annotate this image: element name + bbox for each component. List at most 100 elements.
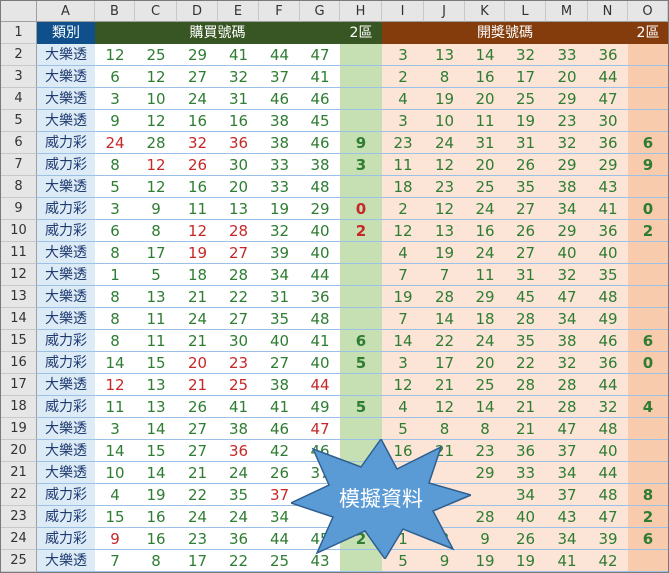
buy-number-cell[interactable]: 8	[135, 550, 177, 572]
buy-number-cell[interactable]: 12	[95, 374, 135, 396]
category-cell[interactable]: 大樂透	[37, 242, 95, 264]
buy-number-cell[interactable]: 8	[95, 308, 135, 330]
buy-number-cell[interactable]: 14	[135, 418, 177, 440]
buy-number-cell[interactable]: 21	[177, 330, 218, 352]
draw-zone2-cell[interactable]	[628, 462, 668, 484]
buy-zone2-cell[interactable]	[340, 44, 382, 66]
buy-number-cell[interactable]: 36	[218, 528, 259, 550]
draw-number-cell[interactable]: 43	[588, 176, 628, 198]
draw-number-cell[interactable]: 34	[546, 308, 588, 330]
buy-number-cell[interactable]: 14	[95, 352, 135, 374]
draw-number-cell[interactable]: 5	[382, 418, 424, 440]
draw-number-cell[interactable]: 7	[424, 264, 465, 286]
buy-number-cell[interactable]: 4	[95, 484, 135, 506]
draw-zone2-cell[interactable]: 8	[628, 484, 668, 506]
buy-number-cell[interactable]: 8	[95, 286, 135, 308]
draw-number-cell[interactable]: 8	[424, 66, 465, 88]
draw-zone2-cell[interactable]: 2	[628, 506, 668, 528]
draw-number-cell[interactable]: 32	[546, 352, 588, 374]
category-cell[interactable]: 威力彩	[37, 132, 95, 154]
buy-number-cell[interactable]: 22	[218, 286, 259, 308]
buy-number-cell[interactable]: 24	[218, 462, 259, 484]
buy-number-cell[interactable]: 36	[300, 286, 340, 308]
draw-zone2-header[interactable]: 2區	[628, 22, 668, 44]
buy-number-cell[interactable]: 5	[135, 264, 177, 286]
buy-number-cell[interactable]: 9	[135, 198, 177, 220]
draw-zone2-cell[interactable]: 6	[628, 132, 668, 154]
draw-number-cell[interactable]: 7	[382, 264, 424, 286]
buy-number-cell[interactable]: 24	[177, 506, 218, 528]
row-header-10[interactable]: 10	[1, 220, 37, 242]
draw-number-cell[interactable]: 11	[382, 154, 424, 176]
draw-number-cell[interactable]: 34	[546, 462, 588, 484]
column-header-o[interactable]: O	[628, 1, 668, 22]
buy-number-cell[interactable]: 27	[177, 418, 218, 440]
draw-zone2-cell[interactable]: 4	[628, 396, 668, 418]
draw-number-cell[interactable]: 21	[424, 374, 465, 396]
draw-number-cell[interactable]: 21	[505, 418, 546, 440]
draw-number-cell[interactable]: 12	[424, 198, 465, 220]
category-cell[interactable]: 威力彩	[37, 154, 95, 176]
draw-number-cell[interactable]: 48	[588, 418, 628, 440]
draw-number-cell[interactable]: 4	[382, 396, 424, 418]
draw-number-cell[interactable]: 18	[465, 308, 505, 330]
buy-number-cell[interactable]: 15	[95, 506, 135, 528]
column-header-i[interactable]: I	[382, 1, 424, 22]
buy-number-cell[interactable]: 44	[300, 264, 340, 286]
buy-zone2-cell[interactable]: 2	[340, 220, 382, 242]
draw-number-cell[interactable]: 24	[465, 198, 505, 220]
draw-number-cell[interactable]: 44	[588, 66, 628, 88]
category-cell[interactable]: 大樂透	[37, 308, 95, 330]
draw-number-cell[interactable]: 34	[546, 198, 588, 220]
category-cell[interactable]: 威力彩	[37, 396, 95, 418]
buy-number-cell[interactable]: 6	[95, 220, 135, 242]
draw-number-cell[interactable]: 4	[382, 242, 424, 264]
draw-number-cell[interactable]: 19	[382, 286, 424, 308]
draw-zone2-cell[interactable]	[628, 308, 668, 330]
category-cell[interactable]: 大樂透	[37, 264, 95, 286]
buy-number-cell[interactable]: 48	[300, 308, 340, 330]
draw-number-cell[interactable]: 23	[424, 176, 465, 198]
buy-number-cell[interactable]: 46	[300, 132, 340, 154]
draw-number-cell[interactable]: 17	[424, 352, 465, 374]
buy-number-cell[interactable]: 12	[135, 154, 177, 176]
draw-number-cell[interactable]: 2	[382, 198, 424, 220]
buy-number-cell[interactable]: 16	[177, 176, 218, 198]
draw-number-cell[interactable]: 33	[505, 462, 546, 484]
draw-number-cell[interactable]: 28	[546, 374, 588, 396]
buy-number-cell[interactable]: 11	[177, 198, 218, 220]
draw-number-cell[interactable]: 13	[424, 220, 465, 242]
buy-number-cell[interactable]: 19	[177, 242, 218, 264]
buy-number-cell[interactable]: 13	[218, 198, 259, 220]
buy-number-cell[interactable]: 47	[300, 418, 340, 440]
draw-number-cell[interactable]: 44	[588, 374, 628, 396]
buy-number-cell[interactable]: 27	[218, 308, 259, 330]
draw-number-cell[interactable]: 8	[465, 418, 505, 440]
draw-zone2-cell[interactable]	[628, 440, 668, 462]
draw-zone2-cell[interactable]	[628, 44, 668, 66]
buy-number-cell[interactable]: 31	[218, 88, 259, 110]
draw-number-cell[interactable]: 37	[546, 440, 588, 462]
draw-number-cell[interactable]: 35	[505, 330, 546, 352]
buy-number-cell[interactable]: 8	[135, 220, 177, 242]
draw-zone2-cell[interactable]	[628, 176, 668, 198]
buy-number-cell[interactable]: 46	[259, 418, 300, 440]
column-header-e[interactable]: E	[218, 1, 259, 22]
buy-number-cell[interactable]: 32	[177, 132, 218, 154]
category-header[interactable]: 類別	[37, 22, 95, 44]
draw-number-cell[interactable]: 38	[546, 330, 588, 352]
buy-number-cell[interactable]: 41	[259, 396, 300, 418]
category-cell[interactable]: 大樂透	[37, 176, 95, 198]
draw-number-cell[interactable]: 28	[424, 286, 465, 308]
buy-number-cell[interactable]: 9	[95, 110, 135, 132]
buy-number-cell[interactable]: 24	[218, 506, 259, 528]
row-header-20[interactable]: 20	[1, 440, 37, 462]
draw-number-cell[interactable]: 17	[505, 66, 546, 88]
draw-zone2-cell[interactable]	[628, 286, 668, 308]
buy-number-cell[interactable]: 17	[177, 550, 218, 572]
buy-number-cell[interactable]: 41	[218, 44, 259, 66]
draw-number-cell[interactable]: 13	[424, 44, 465, 66]
category-cell[interactable]: 大樂透	[37, 110, 95, 132]
buy-number-cell[interactable]: 3	[95, 88, 135, 110]
buy-number-cell[interactable]: 40	[300, 220, 340, 242]
